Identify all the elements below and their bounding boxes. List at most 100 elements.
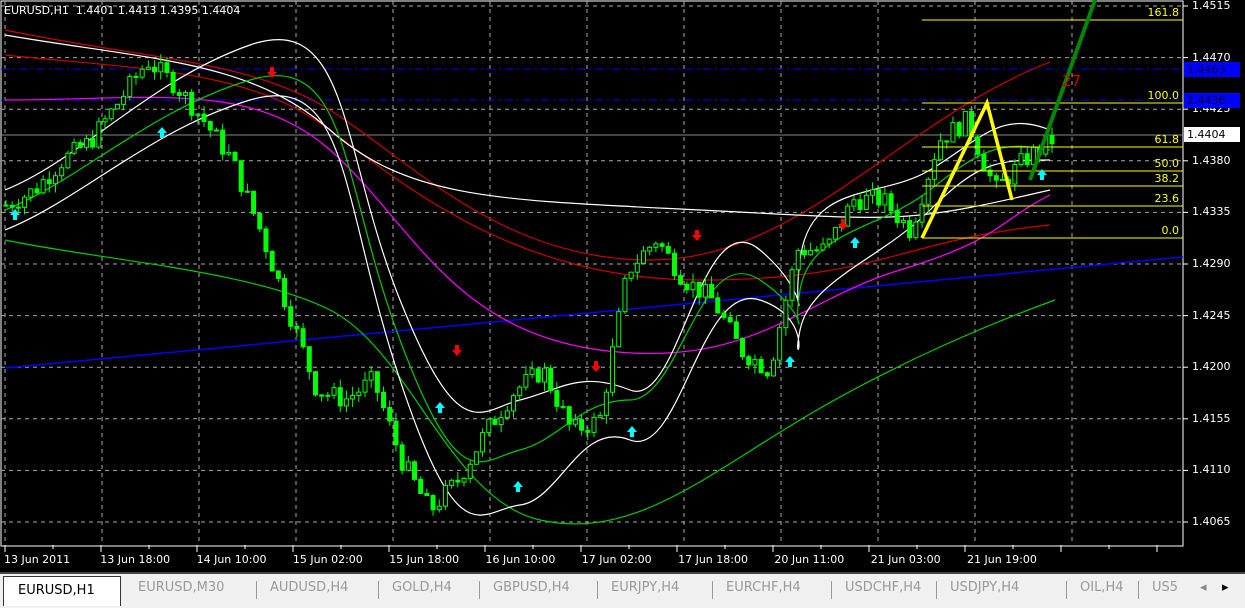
tab-eurusd-m30[interactable]: EURUSD,M30 bbox=[138, 580, 224, 595]
candle-bull bbox=[362, 379, 368, 393]
chart-canvas[interactable] bbox=[0, 0, 1245, 572]
candle-bull bbox=[832, 226, 838, 240]
band-white-lower bbox=[4, 95, 1051, 516]
candle-bull bbox=[783, 299, 789, 329]
tab-us5[interactable]: US5 bbox=[1152, 580, 1178, 595]
candle-bear bbox=[746, 356, 752, 366]
candle-bull bbox=[356, 391, 362, 396]
tab-eurjpy-h4[interactable]: EURJPY,H4 bbox=[611, 580, 679, 595]
candle-bear bbox=[659, 243, 665, 247]
candle-bull bbox=[925, 178, 931, 205]
price-tick: 1.4290 bbox=[1192, 257, 1231, 270]
candle-bear bbox=[232, 151, 238, 162]
candle-bull bbox=[71, 142, 77, 154]
candle-bull bbox=[597, 414, 603, 418]
sell-arrow-icon bbox=[591, 361, 601, 372]
candle-bull bbox=[511, 395, 517, 412]
candle-bull bbox=[498, 417, 504, 425]
candle-bull bbox=[461, 477, 467, 483]
candle-bear bbox=[678, 275, 684, 285]
tab-separator bbox=[831, 581, 832, 599]
candle-bear bbox=[1024, 153, 1030, 166]
candle-bear bbox=[170, 71, 176, 94]
candle-bull bbox=[702, 284, 708, 298]
candle-bull bbox=[523, 374, 529, 388]
candle-bull bbox=[449, 479, 455, 486]
candle-bull bbox=[127, 75, 133, 97]
moving-average-red-2 bbox=[4, 54, 1051, 281]
candle-bull bbox=[65, 152, 71, 169]
tab-eurusd-h1[interactable]: EURUSD,H1 bbox=[3, 576, 121, 606]
candle-bull bbox=[863, 194, 869, 210]
candle-bear bbox=[189, 91, 195, 116]
candle-bear bbox=[152, 66, 158, 73]
candle-bear bbox=[535, 368, 541, 383]
scroll-right-icon[interactable]: ▸ bbox=[1222, 580, 1229, 595]
time-tick: 17 Jun 02:00 bbox=[581, 553, 652, 566]
candle-bull bbox=[28, 188, 34, 198]
candle-bear bbox=[77, 142, 83, 148]
candle-bull bbox=[195, 113, 201, 116]
price-tick: 1.4065 bbox=[1192, 515, 1231, 528]
candle-bear bbox=[894, 210, 900, 223]
candle-bull bbox=[777, 327, 783, 361]
tab-eurchf-h4[interactable]: EURCHF,H4 bbox=[726, 580, 801, 595]
chart-tabs: EURUSD,H1 EURUSD,M30 AUDUSD,H4 GOLD,H4 GBPUS… bbox=[0, 572, 1245, 608]
candle-bear bbox=[411, 461, 417, 480]
buy-arrow-icon bbox=[785, 356, 795, 367]
tab-gold-h4[interactable]: GOLD,H4 bbox=[392, 580, 452, 595]
price-label-line2: 1.4436 bbox=[1184, 93, 1240, 108]
candle-bear bbox=[9, 204, 15, 208]
candle-bull bbox=[938, 140, 944, 161]
price-tick: 1.4380 bbox=[1192, 153, 1231, 167]
price-chart[interactable]: EURUSD,H1 1.4401 1.4413 1.4395 1.4404 1.… bbox=[0, 0, 1245, 572]
candle-bear bbox=[257, 212, 263, 230]
candle-bull bbox=[368, 371, 374, 381]
candle-bull bbox=[40, 179, 46, 194]
candle-bull bbox=[603, 391, 609, 416]
tab-separator bbox=[1138, 581, 1139, 599]
time-tick: 13 Jun 2011 bbox=[4, 553, 71, 566]
wave-count-label: 27 bbox=[1062, 72, 1082, 90]
candle-bear bbox=[387, 407, 393, 422]
candle-bull bbox=[628, 271, 634, 279]
candle-bear bbox=[201, 113, 207, 123]
tab-usdjpy-h4[interactable]: USDJPY,H4 bbox=[950, 580, 1019, 595]
candle-bear bbox=[566, 406, 572, 425]
candle-bull bbox=[770, 359, 776, 377]
candle-bear bbox=[715, 297, 721, 314]
candle-bear bbox=[176, 92, 182, 96]
candle-bull bbox=[653, 243, 659, 248]
candle-bull bbox=[900, 220, 906, 223]
candle-bear bbox=[424, 492, 430, 497]
candle-bull bbox=[442, 484, 448, 507]
candle-bull bbox=[826, 238, 832, 245]
candle-bear bbox=[709, 284, 715, 299]
candle-bull bbox=[145, 66, 151, 70]
envelope-green-lower bbox=[4, 239, 1056, 525]
candle-bull bbox=[610, 346, 616, 393]
candle-bear bbox=[90, 137, 96, 148]
tab-audusd-h4[interactable]: AUDUSD,H4 bbox=[270, 580, 348, 595]
candle-bull bbox=[480, 432, 486, 453]
price-tick: 1.4515 bbox=[1192, 0, 1231, 12]
fib-level-label: 23.6 bbox=[1154, 192, 1180, 205]
candle-bear bbox=[684, 283, 690, 291]
candle-bull bbox=[108, 108, 114, 120]
candle-bear bbox=[263, 228, 269, 253]
fib-level-label: 61.8 bbox=[1154, 133, 1180, 146]
candle-bull bbox=[96, 121, 102, 148]
candle-bull bbox=[436, 505, 442, 511]
tab-separator bbox=[712, 581, 713, 599]
candle-bear bbox=[164, 62, 170, 73]
scroll-left-icon[interactable]: ◂ bbox=[1200, 580, 1207, 595]
tab-oil-h4[interactable]: OIL,H4 bbox=[1080, 580, 1124, 595]
tab-separator bbox=[479, 581, 480, 599]
tab-usdchf-h4[interactable]: USDCHF,H4 bbox=[845, 580, 921, 595]
candle-bull bbox=[405, 461, 411, 471]
candle-bull bbox=[634, 262, 640, 273]
time-tick: 14 Jun 10:00 bbox=[196, 553, 267, 566]
tab-gbpusd-h4[interactable]: GBPUSD,H4 bbox=[493, 580, 570, 595]
candle-bull bbox=[851, 199, 857, 207]
candle-bull bbox=[486, 418, 492, 434]
